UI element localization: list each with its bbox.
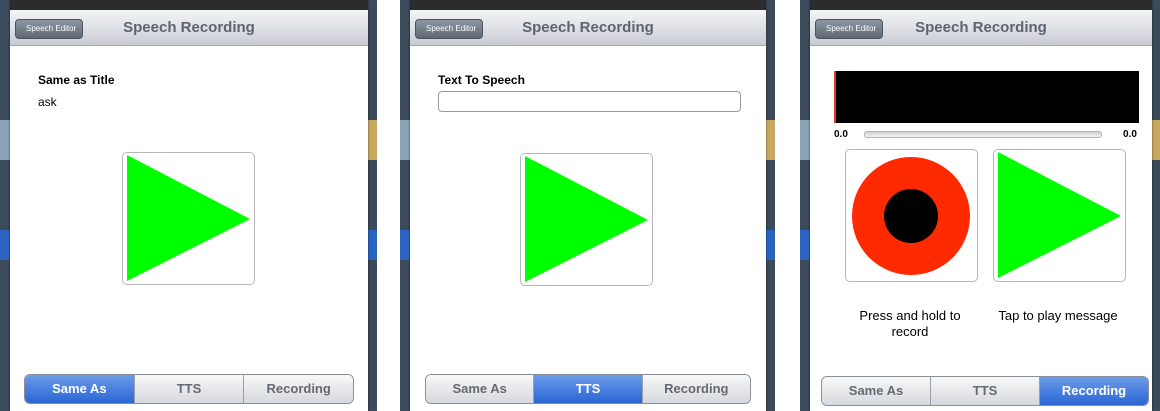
play-caption: Tap to play message (998, 308, 1118, 323)
segment-same-as[interactable]: Same As (822, 377, 931, 405)
segment-recording[interactable]: Recording (244, 375, 353, 403)
time-start: 0.0 (834, 129, 848, 140)
speech-recording-panel: Speech Recording Speech Editor Same as T… (10, 0, 368, 411)
segment-recording[interactable]: Recording (642, 375, 750, 403)
waveform-display (834, 71, 1139, 123)
segment-same-as[interactable]: Same As (426, 375, 535, 403)
back-button[interactable]: Speech Editor (15, 19, 84, 39)
status-bar (810, 0, 1152, 10)
screen-tts: Speech Recording Speech Editor Text To S… (400, 0, 775, 411)
record-caption: Press and hold to record (859, 308, 961, 339)
record-button[interactable] (845, 149, 978, 282)
source-segmented-control: Same As TTS Recording (425, 374, 751, 404)
segment-tts[interactable]: TTS (134, 375, 245, 403)
playhead-cursor (834, 71, 836, 123)
segment-recording[interactable]: Recording (1040, 377, 1148, 405)
play-button[interactable] (122, 152, 255, 285)
screen-same-as: Speech Recording Speech Editor Same as T… (0, 0, 377, 411)
speech-recording-panel: Speech Recording Speech Editor 0.0 0.0 P… (810, 0, 1152, 411)
time-end: 0.0 (1123, 129, 1137, 140)
navigation-bar: Speech Recording Speech Editor (410, 10, 766, 46)
play-button[interactable] (993, 149, 1126, 282)
playback-slider[interactable] (864, 131, 1102, 138)
play-icon (127, 155, 250, 281)
play-icon (525, 156, 648, 282)
record-icon (852, 157, 970, 275)
status-bar (410, 0, 766, 10)
source-segmented-control: Same As TTS Recording (821, 376, 1149, 406)
speech-recording-panel: Speech Recording Speech Editor Text To S… (410, 0, 766, 411)
field-label: Same as Title (38, 73, 115, 87)
segment-tts[interactable]: TTS (931, 377, 1040, 405)
segment-same-as[interactable]: Same As (25, 375, 135, 403)
play-icon (998, 152, 1121, 278)
back-button[interactable]: Speech Editor (415, 19, 484, 39)
screen-recording: Speech Recording Speech Editor 0.0 0.0 P… (800, 0, 1160, 411)
navigation-bar: Speech Recording Speech Editor (10, 10, 368, 46)
navigation-bar: Speech Recording Speech Editor (810, 10, 1152, 46)
source-segmented-control: Same As TTS Recording (24, 374, 354, 404)
play-button[interactable] (520, 153, 653, 286)
field-value: ask (38, 95, 57, 109)
back-button[interactable]: Speech Editor (815, 19, 884, 39)
text-to-speech-input[interactable] (438, 91, 741, 112)
segment-tts[interactable]: TTS (534, 375, 643, 403)
status-bar (10, 0, 368, 10)
field-label: Text To Speech (438, 73, 525, 87)
